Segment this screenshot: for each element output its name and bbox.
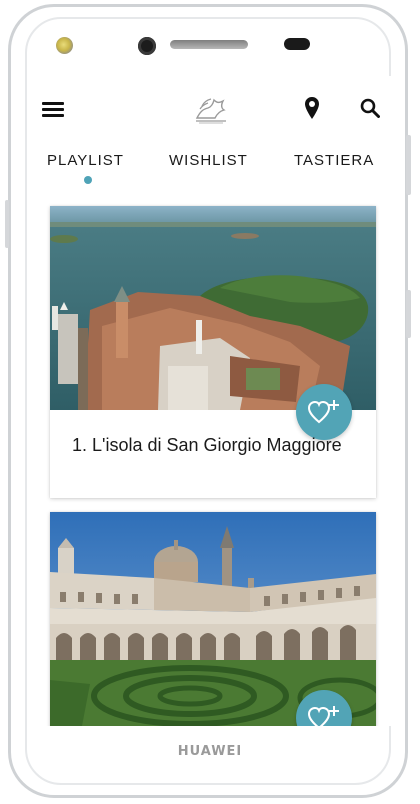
aerial-island-san-giorgio-photo <box>50 206 376 410</box>
add-to-wishlist-button[interactable] <box>296 384 352 440</box>
phone-side-button <box>5 200 9 248</box>
search-icon[interactable] <box>360 98 380 118</box>
lion-of-venice-logo-icon <box>195 98 226 124</box>
front-camera-icon <box>138 37 156 55</box>
tab-playlist[interactable]: PLAYLIST <box>47 152 124 169</box>
device-brand: HUAWEI <box>177 744 243 759</box>
heart-plus-icon <box>308 706 339 726</box>
tab-wishlist[interactable]: WISHLIST <box>169 152 248 169</box>
phone-side-button <box>406 135 411 195</box>
top-app-bar <box>28 76 392 140</box>
playlist-card[interactable]: 1. L'isola di San Giorgio Maggiore <box>50 206 376 498</box>
active-tab-indicator <box>84 176 92 184</box>
front-flash-icon <box>56 37 73 54</box>
proximity-sensor <box>284 38 310 50</box>
earpiece-speaker <box>170 40 248 49</box>
app-screen: PLAYLIST WISHLIST TASTIERA 1. L'isola di… <box>28 76 392 726</box>
playlist-card[interactable] <box>50 512 376 726</box>
phone-side-button <box>406 290 411 338</box>
card-title[interactable]: 1. L'isola di San Giorgio Maggiore <box>72 434 352 456</box>
hamburger-menu-icon[interactable] <box>42 102 64 118</box>
heart-plus-icon <box>308 400 339 424</box>
location-pin-icon[interactable] <box>304 96 320 120</box>
tab-tastiera[interactable]: TASTIERA <box>294 152 374 169</box>
tab-bar: PLAYLIST WISHLIST TASTIERA <box>28 144 392 194</box>
